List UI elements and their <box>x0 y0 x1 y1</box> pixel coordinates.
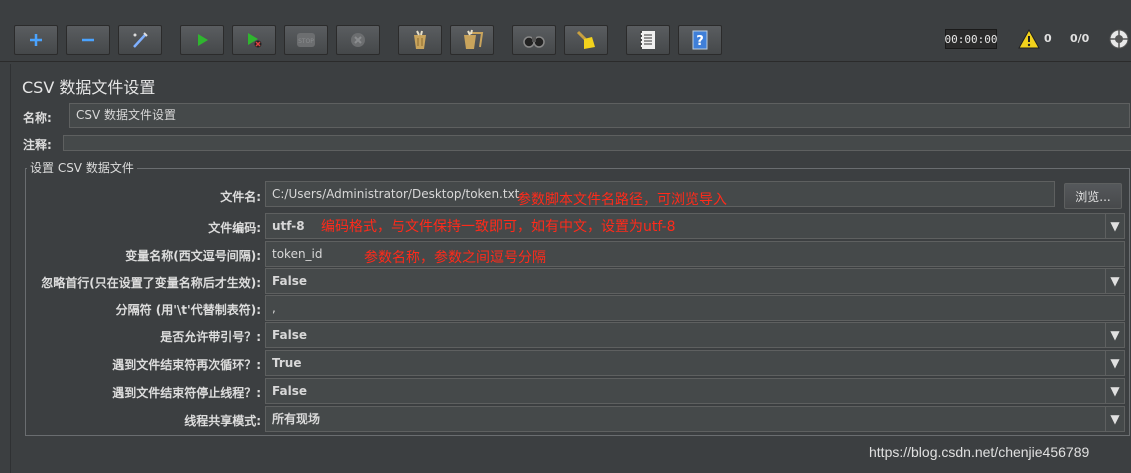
delimiter-label: 分隔符 (用'\t'代替制表符): <box>115 303 261 317</box>
recycle-eof-combo[interactable]: True ▼ <box>265 350 1125 376</box>
help-icon: ? <box>692 30 708 50</box>
sharing-label: 线程共享模式: <box>184 414 261 428</box>
add-icon <box>30 34 42 46</box>
reset-broom-icon <box>576 30 595 49</box>
start-no-pause-icon <box>248 33 262 48</box>
elapsed-timer: 00:00:00 <box>945 29 998 49</box>
clear-icon <box>414 30 426 49</box>
filename-label: 文件名: <box>220 190 261 204</box>
name-input[interactable]: CSV 数据文件设置 <box>69 103 1130 128</box>
stop-icon: STOP <box>297 33 315 47</box>
stop-button[interactable]: STOP <box>284 25 328 55</box>
ignore-first-value: False <box>272 274 307 288</box>
sharing-combo[interactable]: 所有现场 ▼ <box>265 406 1125 432</box>
clear-all-button[interactable] <box>450 25 494 55</box>
start-icon <box>198 34 208 46</box>
search-binoculars-icon <box>523 36 545 48</box>
svg-text:?: ? <box>696 34 704 49</box>
stop-eof-combo[interactable]: False ▼ <box>265 378 1125 404</box>
thread-count: 0/0 <box>1070 32 1090 45</box>
search-button[interactable] <box>512 25 556 55</box>
varnames-label: 变量名称(西文逗号间隔): <box>125 249 261 263</box>
stop-eof-label: 遇到文件结束符停止线程？: <box>112 386 261 400</box>
remote-globe-icon[interactable] <box>1108 28 1130 50</box>
comment-input[interactable] <box>63 135 1131 151</box>
chevron-down-icon[interactable]: ▼ <box>1105 351 1124 375</box>
ignore-first-label: 忽略首行(只在设置了变量名称后才生效): <box>41 276 261 290</box>
stop-eof-value: False <box>272 384 307 398</box>
browse-button[interactable]: 浏览... <box>1064 183 1122 209</box>
sharing-value: 所有现场 <box>272 412 321 426</box>
remove-button[interactable] <box>66 25 110 55</box>
clear-button[interactable] <box>398 25 442 55</box>
encoding-value: utf-8 <box>272 219 305 233</box>
wand-icon <box>133 32 148 48</box>
clear-all-icon <box>464 29 484 49</box>
group-title: 设置 CSV 数据文件 <box>27 159 137 176</box>
encoding-label: 文件编码: <box>208 221 261 235</box>
recycle-eof-label: 遇到文件结束符再次循环？: <box>112 358 261 372</box>
function-helper-icon <box>640 31 655 49</box>
shutdown-button[interactable] <box>336 25 380 55</box>
help-button[interactable]: ? <box>678 25 722 55</box>
page-title: CSV 数据文件设置 <box>22 78 156 97</box>
reset-search-button[interactable] <box>564 25 608 55</box>
toolbar: STOP ? 00:00:00 0 0/0 <box>0 0 1131 62</box>
function-helper-button[interactable] <box>626 25 670 55</box>
start-button[interactable] <box>180 25 224 55</box>
encoding-annotation: 编码格式，与文件保持一致即可，如有中文，设置为utf-8 <box>321 219 676 235</box>
toolbar-divider <box>0 61 1131 62</box>
ignore-first-combo[interactable]: False ▼ <box>265 268 1125 294</box>
watermark: https://blog.csdn.net/chenjie456789 <box>869 444 1090 460</box>
allow-quoted-label: 是否允许带引号？: <box>160 330 261 344</box>
remove-icon <box>82 38 94 42</box>
chevron-down-icon[interactable]: ▼ <box>1105 269 1124 293</box>
chevron-down-icon[interactable]: ▼ <box>1105 323 1124 347</box>
chevron-down-icon[interactable]: ▼ <box>1105 407 1124 431</box>
toggle-button[interactable] <box>118 25 162 55</box>
allow-quoted-combo[interactable]: False ▼ <box>265 322 1125 348</box>
start-no-pause-button[interactable] <box>232 25 276 55</box>
comment-label: 注释: <box>23 138 52 152</box>
csv-config-panel: CSV 数据文件设置 名称: CSV 数据文件设置 注释: 设置 CSV 数据文… <box>10 64 1131 473</box>
name-label: 名称: <box>23 111 52 125</box>
allow-quoted-value: False <box>272 328 307 342</box>
varnames-annotation: 参数名称，参数之间逗号分隔 <box>364 250 546 266</box>
recycle-eof-value: True <box>272 356 302 370</box>
add-button[interactable] <box>14 25 58 55</box>
delimiter-input[interactable]: , <box>265 295 1125 321</box>
warning-count: 0 <box>1044 32 1052 45</box>
chevron-down-icon[interactable]: ▼ <box>1105 379 1124 403</box>
svg-text:STOP: STOP <box>298 38 314 45</box>
warning-icon[interactable] <box>1018 29 1040 49</box>
filename-annotation: 参数脚本文件名路径，可浏览导入 <box>517 192 727 208</box>
chevron-down-icon[interactable]: ▼ <box>1105 214 1124 238</box>
shutdown-icon <box>351 33 365 47</box>
